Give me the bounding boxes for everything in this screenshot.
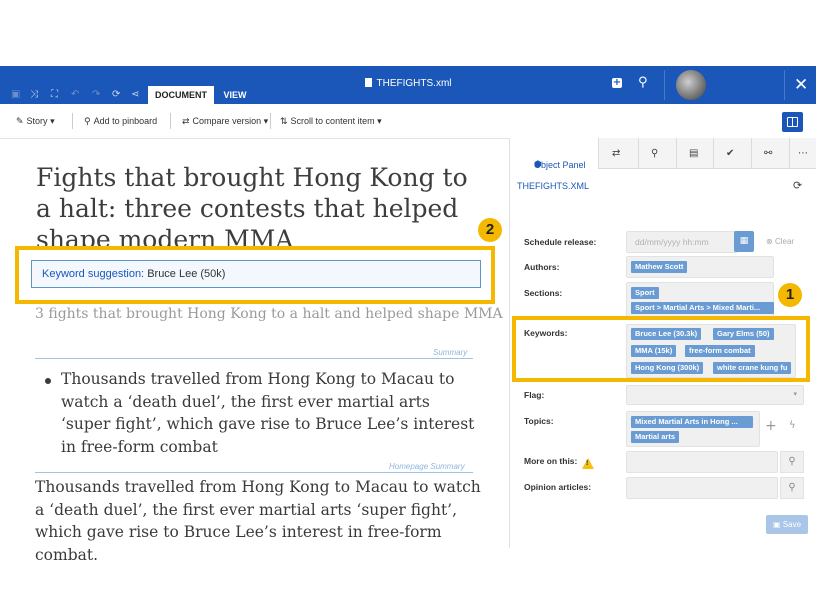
divider xyxy=(676,138,677,168)
refresh-icon[interactable]: ⟳ xyxy=(793,179,802,192)
homepage-summary-label: Homepage Summary xyxy=(389,462,465,471)
save-icon: ▣ xyxy=(772,520,781,529)
divider xyxy=(784,70,785,100)
pin-icon: ⚲ xyxy=(84,117,91,127)
summary-text[interactable]: 3 fights that brought Hong Kong to a hal… xyxy=(35,306,503,322)
sections-label: Sections: xyxy=(524,288,563,298)
chevron-down-icon: ▾ xyxy=(793,391,797,398)
tab-object-panel[interactable]: ⬢ Object Panel xyxy=(510,138,599,170)
sections-field[interactable]: Sport Sport > Martial Arts > Mixed Marti… xyxy=(626,282,774,318)
scroll-to-content-dropdown[interactable]: ⇅ Scroll to content item ▾ xyxy=(280,116,382,127)
file-label: THEFIGHTS.XML xyxy=(517,181,590,191)
divider xyxy=(664,70,665,100)
scroll-label: Scroll to content item xyxy=(290,116,375,126)
authors-label: Authors: xyxy=(524,262,560,272)
pinboard-label: Add to pinboard xyxy=(93,116,158,126)
search-icon[interactable]: ⚲ xyxy=(651,148,658,159)
redo-icon[interactable]: ↷ xyxy=(92,90,100,100)
more-on-this-input[interactable] xyxy=(626,451,778,473)
story-label: Story xyxy=(26,116,48,126)
panel-tabs: ⬢ Object Panel ⇄ ⚲ ▤ ✔ ⚯ ⋯ xyxy=(510,138,816,170)
save-label: Save xyxy=(782,520,802,529)
divider xyxy=(789,138,790,168)
story-dropdown[interactable]: ✎ Story ▾ xyxy=(16,116,55,127)
object-panel-label: Object Panel xyxy=(534,160,586,170)
callout-badge-1: 1 xyxy=(778,283,802,307)
homepage-summary-rule xyxy=(35,472,473,473)
callout-box-2 xyxy=(15,246,495,304)
bolt-icon[interactable]: ϟ xyxy=(789,420,796,431)
warning-icon: ! xyxy=(582,458,594,469)
divider xyxy=(751,138,752,168)
swap-icon: ⇄ xyxy=(182,117,190,127)
updown-icon: ⇅ xyxy=(280,117,288,127)
more-on-this-label: More on this: xyxy=(524,456,578,466)
search-icon[interactable]: ⚲ xyxy=(780,477,804,499)
callout-box-1 xyxy=(512,316,810,382)
clear-label: Clear xyxy=(774,237,795,246)
flag-label: Flag: xyxy=(524,390,545,400)
save-icon[interactable]: ▣ xyxy=(11,90,20,100)
divider xyxy=(170,113,171,129)
document-icon[interactable]: ▤ xyxy=(689,148,698,159)
divider xyxy=(72,113,73,129)
schedule-placeholder: dd/mm/yyyy hh:mm xyxy=(635,237,709,247)
section-chip[interactable]: Sport xyxy=(631,287,659,299)
topics-field[interactable]: Mixed Martial Arts in Hong ... Martial a… xyxy=(626,411,760,447)
file-icon xyxy=(364,78,372,87)
toolbar: ✎ Story ▾ ⚲ Add to pinboard ⇄ Compare versi… xyxy=(0,104,816,139)
shuffle-icon[interactable]: ⤨ xyxy=(30,90,38,100)
authors-field[interactable]: Mathew Scott xyxy=(626,256,774,278)
topic-chip[interactable]: Mixed Martial Arts in Hong ... xyxy=(631,416,753,428)
add-icon[interactable]: + xyxy=(612,78,622,88)
summary-label: Summary xyxy=(433,348,468,357)
calendar-icon[interactable]: ▦ xyxy=(734,231,754,252)
divider xyxy=(270,113,271,129)
undo-icon[interactable]: ↶ xyxy=(71,90,79,100)
more-icon[interactable]: ⋯ xyxy=(798,148,808,159)
author-chip[interactable]: Mathew Scott xyxy=(631,261,688,273)
binoculars-icon[interactable]: ⚯ xyxy=(764,148,772,159)
add-to-pinboard-button[interactable]: ⚲ Add to pinboard xyxy=(84,116,157,127)
document-title-text: THEFIGHTS.xml xyxy=(376,78,452,89)
search-icon[interactable]: ⚲ xyxy=(780,451,804,473)
panel-toggle-button[interactable] xyxy=(782,112,803,132)
summary-bullet[interactable]: Thousands travelled from Hong Kong to Ma… xyxy=(61,368,481,458)
headline[interactable]: Fights that brought Hong Kong to a halt:… xyxy=(36,162,486,246)
divider xyxy=(713,138,714,168)
summary-rule xyxy=(35,358,473,359)
swap-icon[interactable]: ⇄ xyxy=(612,148,620,159)
brush-icon: ✎ xyxy=(16,117,24,127)
opinion-articles-label: Opinion articles: xyxy=(524,482,592,492)
search-icon[interactable]: ⚲ xyxy=(638,75,648,90)
body-paragraph[interactable]: Thousands travelled from Hong Kong to Ma… xyxy=(35,476,485,566)
checklist-icon[interactable]: ✔ xyxy=(726,148,734,159)
share-icon[interactable]: ⋖ xyxy=(131,90,139,100)
compare-version-dropdown[interactable]: ⇄ Compare version ▾ xyxy=(182,116,268,127)
divider xyxy=(638,138,639,168)
flag-select[interactable]: ▾ xyxy=(626,385,804,405)
clear-button[interactable]: ⊗ Clear xyxy=(766,237,794,246)
compare-label: Compare version xyxy=(192,116,262,126)
bullet-marker xyxy=(45,378,51,384)
add-topic-icon[interactable]: + xyxy=(765,418,777,434)
section-chip[interactable]: Sport > Martial Arts > Mixed Marti... xyxy=(631,302,774,314)
topic-chip[interactable]: Martial arts xyxy=(631,431,680,443)
schedule-label: Schedule release: xyxy=(524,237,597,247)
structure-icon[interactable]: ⛶ xyxy=(51,90,58,100)
callout-badge-2: 2 xyxy=(478,218,502,242)
top-bar: ▣ ⤨ ⛶ ↶ ↷ ⟳ ⋖ DOCUMENT VIEW THEFIGHTS.xm… xyxy=(0,66,816,104)
topics-label: Topics: xyxy=(524,416,554,426)
schedule-input[interactable]: dd/mm/yyyy hh:mm xyxy=(626,231,738,253)
opinion-articles-input[interactable] xyxy=(626,477,778,499)
save-button[interactable]: ▣ Save xyxy=(766,515,808,534)
refresh-icon[interactable]: ⟳ xyxy=(112,90,120,100)
close-icon[interactable]: ✕ xyxy=(794,75,808,95)
avatar[interactable] xyxy=(676,70,706,100)
